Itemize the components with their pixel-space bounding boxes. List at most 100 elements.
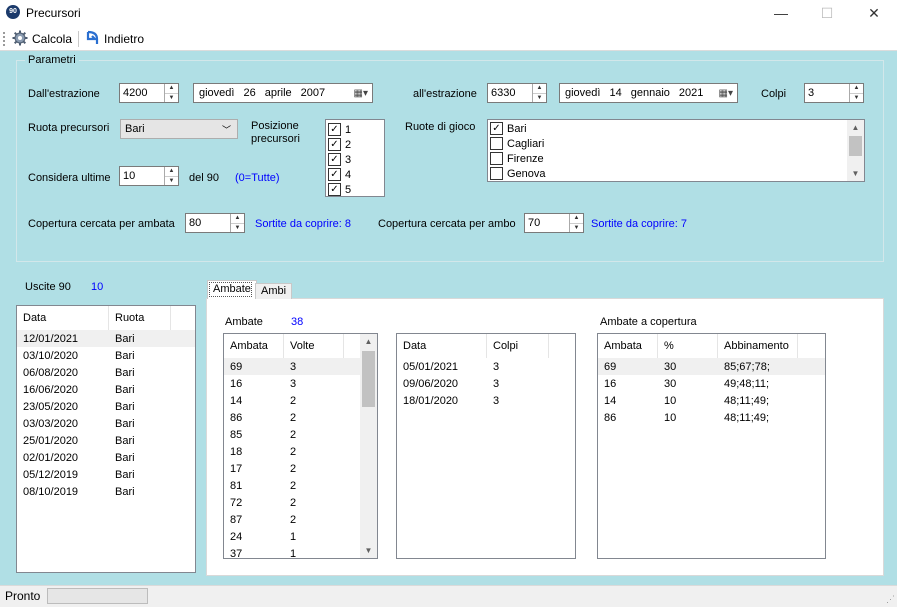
- table-row[interactable]: 23/05/2020 Bari: [17, 398, 195, 415]
- ruota-item[interactable]: Genova: [488, 166, 864, 181]
- table-row[interactable]: 81 2: [224, 477, 377, 494]
- ambate-list[interactable]: Ambata Volte 69 3 16 3 14 2 86 2 85 2 18 2 17 2 81 2 72 2…: [223, 333, 378, 559]
- spin-down-icon[interactable]: ▼: [533, 94, 546, 103]
- table-row[interactable]: 16/06/2020 Bari: [17, 381, 195, 398]
- colpi-list[interactable]: Data Colpi 05/01/2021 3 09/06/2020 3 18/01/2…: [396, 333, 576, 559]
- table-row[interactable]: 69 3: [224, 358, 377, 375]
- dall-estrazione-spinner[interactable]: 4200 ▲ ▼: [119, 83, 179, 103]
- checkbox-checked-icon[interactable]: ✓: [328, 168, 341, 181]
- posizione-item[interactable]: ✓ 4: [326, 167, 384, 182]
- table-row[interactable]: 05/12/2019 Bari: [17, 466, 195, 483]
- column-header-data[interactable]: Data: [397, 334, 487, 358]
- table-row[interactable]: 86 2: [224, 409, 377, 426]
- table-row[interactable]: 14 10 48;11;49;: [598, 392, 825, 409]
- ruota-precursori-combo[interactable]: Bari ﹀: [120, 119, 238, 139]
- spin-up-icon[interactable]: ▲: [570, 214, 583, 224]
- spin-down-icon[interactable]: ▼: [165, 94, 178, 103]
- all-estrazione-spinner[interactable]: 6330 ▲ ▼: [487, 83, 547, 103]
- date-from-picker[interactable]: giovedì 26 aprile 2007 ▦▾: [193, 83, 373, 103]
- calcola-button[interactable]: Calcola: [12, 30, 72, 48]
- table-row[interactable]: 14 2: [224, 392, 377, 409]
- scroll-up-icon[interactable]: ▲: [847, 120, 864, 135]
- table-row[interactable]: 02/01/2020 Bari: [17, 449, 195, 466]
- ruota-item[interactable]: ✓ Bari: [488, 121, 864, 136]
- column-header-percent[interactable]: %: [658, 334, 718, 358]
- spin-up-icon[interactable]: ▲: [533, 84, 546, 94]
- maximize-button[interactable]: ☐: [804, 0, 850, 27]
- table-row[interactable]: 18 2: [224, 443, 377, 460]
- considera-spinner[interactable]: 10 ▲ ▼: [119, 166, 179, 186]
- resize-grip-icon[interactable]: ⋰: [886, 594, 895, 605]
- checkbox-checked-icon[interactable]: ✓: [328, 183, 341, 196]
- checkbox-empty-icon[interactable]: [490, 152, 503, 165]
- table-row[interactable]: 08/10/2019 Bari: [17, 483, 195, 500]
- calendar-icon[interactable]: ▦▾: [719, 88, 733, 99]
- spin-up-icon[interactable]: ▲: [165, 167, 178, 177]
- column-header-colpi[interactable]: Colpi: [487, 334, 549, 358]
- scroll-down-icon[interactable]: ▼: [847, 166, 864, 181]
- table-row[interactable]: 18/01/2020 3: [397, 392, 575, 409]
- posizione-item[interactable]: ✓ 1: [326, 122, 384, 137]
- copertura-ambata-spinner[interactable]: 80 ▲ ▼: [185, 213, 245, 233]
- indietro-button[interactable]: Indietro: [85, 30, 144, 48]
- table-row[interactable]: 25/01/2020 Bari: [17, 432, 195, 449]
- uscite-list[interactable]: Data Ruota 12/01/2021 Bari 03/10/2020 Bari 0…: [16, 305, 196, 573]
- table-row[interactable]: 03/10/2020 Bari: [17, 347, 195, 364]
- checkbox-checked-icon[interactable]: ✓: [328, 153, 341, 166]
- checkbox-checked-icon[interactable]: ✓: [490, 122, 503, 135]
- posizione-item[interactable]: ✓ 5: [326, 182, 384, 197]
- table-row[interactable]: 12/01/2021 Bari: [17, 330, 195, 347]
- ruota-item[interactable]: Cagliari: [488, 136, 864, 151]
- table-row[interactable]: 69 30 85;67;78;: [598, 358, 825, 375]
- ambate-scrollbar[interactable]: ▲ ▼: [360, 334, 377, 558]
- calendar-icon[interactable]: ▦▾: [354, 88, 368, 99]
- dall-estrazione-label: Dall'estrazione: [28, 88, 100, 100]
- scroll-up-icon[interactable]: ▲: [360, 334, 377, 349]
- spin-up-icon[interactable]: ▲: [231, 214, 244, 224]
- table-row[interactable]: 06/08/2020 Bari: [17, 364, 195, 381]
- ruote-scrollbar[interactable]: ▲ ▼: [847, 120, 864, 181]
- checkbox-checked-icon[interactable]: ✓: [328, 138, 341, 151]
- table-row[interactable]: 03/03/2020 Bari: [17, 415, 195, 432]
- spin-down-icon[interactable]: ▼: [570, 224, 583, 233]
- spin-down-icon[interactable]: ▼: [165, 177, 178, 186]
- table-row[interactable]: 09/06/2020 3: [397, 375, 575, 392]
- tab-ambate[interactable]: Ambate: [207, 280, 257, 299]
- column-header-data[interactable]: Data: [17, 306, 109, 330]
- table-row[interactable]: 72 2: [224, 494, 377, 511]
- minimize-button[interactable]: —: [758, 0, 804, 27]
- table-row[interactable]: 85 2: [224, 426, 377, 443]
- spin-down-icon[interactable]: ▼: [231, 224, 244, 233]
- scroll-thumb[interactable]: [362, 351, 375, 407]
- scroll-down-icon[interactable]: ▼: [360, 543, 377, 558]
- scroll-thumb[interactable]: [849, 136, 862, 156]
- ruota-item[interactable]: Firenze: [488, 151, 864, 166]
- column-header-ambata[interactable]: Ambata: [598, 334, 658, 358]
- posizione-item[interactable]: ✓ 3: [326, 152, 384, 167]
- column-header-abbinamento[interactable]: Abbinamento: [718, 334, 798, 358]
- table-row[interactable]: 05/01/2021 3: [397, 358, 575, 375]
- copertura-list[interactable]: Ambata % Abbinamento 69 30 85;67;78; 16 30 49…: [597, 333, 826, 559]
- column-header-volte[interactable]: Volte: [284, 334, 344, 358]
- close-button[interactable]: ✕: [851, 0, 897, 27]
- spin-up-icon[interactable]: ▲: [850, 84, 863, 94]
- table-row[interactable]: 87 2: [224, 511, 377, 528]
- column-header-ambata[interactable]: Ambata: [224, 334, 284, 358]
- checkbox-empty-icon[interactable]: [490, 137, 503, 150]
- tab-ambi[interactable]: Ambi: [255, 283, 293, 299]
- table-row[interactable]: 37 1: [224, 545, 377, 559]
- column-header-ruota[interactable]: Ruota: [109, 306, 171, 330]
- table-row[interactable]: 16 3: [224, 375, 377, 392]
- date-to-picker[interactable]: giovedì 14 gennaio 2021 ▦▾: [559, 83, 738, 103]
- copertura-ambo-spinner[interactable]: 70 ▲ ▼: [524, 213, 584, 233]
- table-row[interactable]: 17 2: [224, 460, 377, 477]
- checkbox-checked-icon[interactable]: ✓: [328, 123, 341, 136]
- colpi-spinner[interactable]: 3 ▲ ▼: [804, 83, 864, 103]
- table-row[interactable]: 16 30 49;48;11;: [598, 375, 825, 392]
- posizione-item[interactable]: ✓ 2: [326, 137, 384, 152]
- checkbox-empty-icon[interactable]: [490, 167, 503, 180]
- spin-down-icon[interactable]: ▼: [850, 94, 863, 103]
- table-row[interactable]: 24 1: [224, 528, 377, 545]
- table-row[interactable]: 86 10 48;11;49;: [598, 409, 825, 426]
- spin-up-icon[interactable]: ▲: [165, 84, 178, 94]
